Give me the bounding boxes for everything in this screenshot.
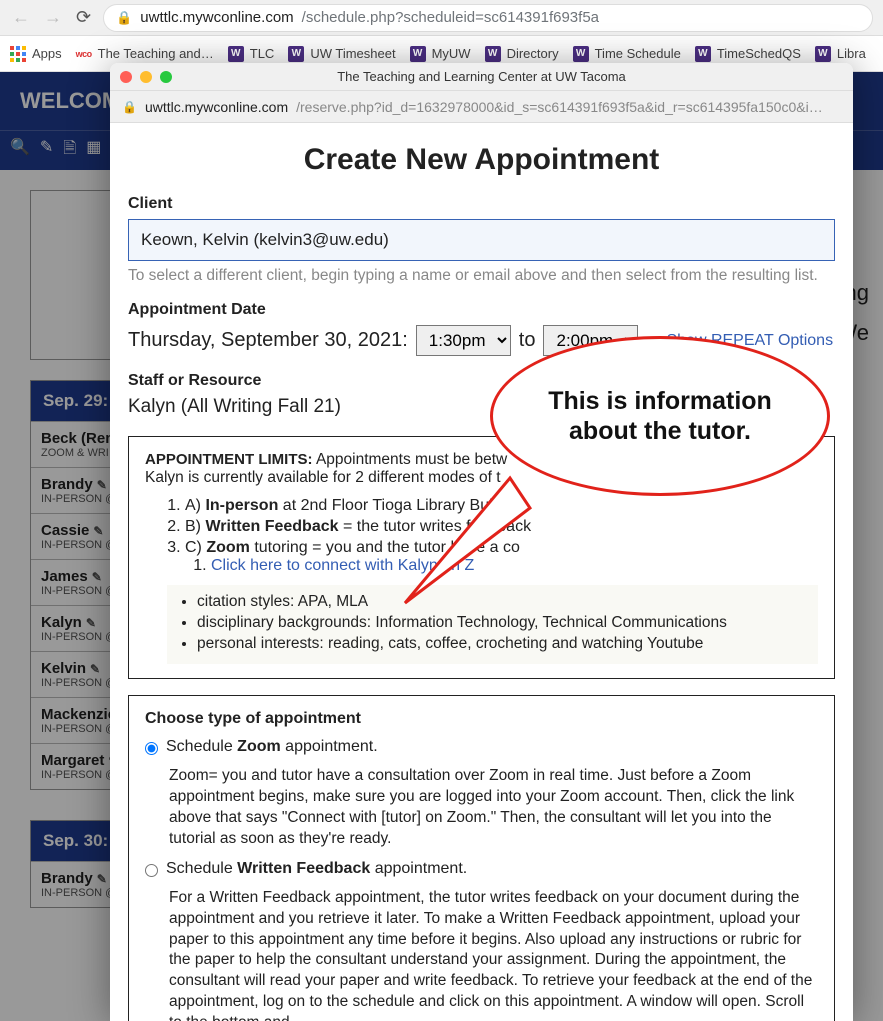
modal-title: The Teaching and Learning Center at UW T… [110, 69, 853, 84]
favicon-w: W [815, 46, 831, 62]
zoom-desc: Zoom= you and tutor have a consultation … [169, 766, 818, 850]
client-label: Client [128, 195, 835, 213]
bookmark-label: Apps [32, 46, 62, 61]
limits-line2: Kalyn is currently available for 2 diffe… [145, 469, 501, 486]
favicon-w: W [410, 46, 426, 62]
modal-heading: Create New Appointment [128, 143, 835, 177]
radio-zoom[interactable] [145, 742, 158, 755]
url-bar[interactable]: 🔒 uwttlc.mywconline.com/schedule.php?sch… [103, 4, 873, 32]
bookmark-label: Directory [507, 46, 559, 61]
bookmark-directory[interactable]: W Directory [485, 46, 559, 62]
radio-written[interactable] [145, 864, 158, 877]
tutor-info-item: disciplinary backgrounds: Information Te… [197, 614, 808, 632]
modal-body: Create New Appointment Client To select … [110, 123, 853, 1021]
bookmark-timeschedqs[interactable]: W TimeSchedQS [695, 46, 801, 62]
favicon-w: W [573, 46, 589, 62]
bookmark-apps[interactable]: Apps [10, 46, 62, 62]
zoom-connect-link[interactable]: Click here to connect with Kalyn on Z [211, 557, 474, 574]
date-value: Thursday, September 30, 2021: [128, 329, 408, 352]
choose-box: Choose type of appointment Schedule Zoom… [128, 695, 835, 1021]
option-written[interactable]: Schedule Written Feedback appointment. [145, 860, 818, 878]
url-path: /schedule.php?scheduleid=sc614391f693f5a [302, 9, 599, 26]
forward-icon[interactable]: → [42, 5, 64, 30]
bookmark-label: TLC [250, 46, 275, 61]
bookmark-label: UW Timesheet [310, 46, 395, 61]
staff-value: Kalyn (All Writing Fall 21) [128, 396, 835, 418]
modal-url-bar[interactable]: 🔒 uwttlc.mywconline.com/reserve.php?id_d… [110, 91, 853, 123]
modes-list: A) In-person at 2nd Floor Tioga Library … [185, 497, 818, 575]
modal-url-path: /reserve.php?id_d=1632978000&id_s=sc6143… [296, 99, 823, 115]
favicon-w: W [288, 46, 304, 62]
limits-box: APPOINTMENT LIMITS: Appointments must be… [128, 436, 835, 679]
reload-icon[interactable]: ⟳ [74, 5, 93, 30]
tutor-info-box: citation styles: APA, MLA disciplinary b… [167, 585, 818, 664]
favicon-wco: wco [76, 46, 92, 62]
lock-icon: 🔒 [122, 100, 137, 114]
date-label: Appointment Date [128, 301, 835, 319]
time-to-select[interactable]: 2:00pm [543, 325, 638, 356]
bookmark-label: The Teaching and… [98, 46, 214, 61]
favicon-w: W [485, 46, 501, 62]
tutor-info-item: citation styles: APA, MLA [197, 593, 808, 611]
to-label: to [519, 329, 536, 352]
tutor-info-item: personal interests: reading, cats, coffe… [197, 635, 808, 653]
url-domain: uwttlc.mywconline.com [140, 9, 293, 26]
time-from-select[interactable]: 1:30pm [416, 325, 511, 356]
lock-icon: 🔒 [116, 10, 132, 26]
bookmark-timesheet[interactable]: W UW Timesheet [288, 46, 395, 62]
bookmark-timesched[interactable]: W Time Schedule [573, 46, 681, 62]
bookmark-label: MyUW [432, 46, 471, 61]
staff-label: Staff or Resource [128, 372, 835, 390]
limits-line1: Appointments must be betw [313, 451, 508, 468]
favicon-w: W [228, 46, 244, 62]
modal-titlebar: The Teaching and Learning Center at UW T… [110, 63, 853, 91]
client-helper: To select a different client, begin typi… [128, 267, 835, 285]
client-input[interactable] [128, 219, 835, 261]
bookmark-tlc[interactable]: W TLC [228, 46, 275, 62]
written-desc: For a Written Feedback appointment, the … [169, 888, 818, 1021]
option-zoom[interactable]: Schedule Zoom appointment. [145, 738, 818, 756]
bookmark-label: Libra [837, 46, 866, 61]
bookmark-myuw[interactable]: W MyUW [410, 46, 471, 62]
choose-title: Choose type of appointment [145, 710, 818, 728]
bookmark-label: TimeSchedQS [717, 46, 801, 61]
limits-label: APPOINTMENT LIMITS: [145, 451, 313, 468]
favicon-w: W [695, 46, 711, 62]
back-icon[interactable]: ← [10, 5, 32, 30]
modal-url-domain: uwttlc.mywconline.com [145, 99, 288, 115]
repeat-options-link[interactable]: Show REPEAT Options [666, 332, 833, 350]
bookmark-teaching[interactable]: wco The Teaching and… [76, 46, 214, 62]
bookmark-libr[interactable]: W Libra [815, 46, 866, 62]
appointment-modal: The Teaching and Learning Center at UW T… [110, 63, 853, 1021]
bookmark-label: Time Schedule [595, 46, 681, 61]
